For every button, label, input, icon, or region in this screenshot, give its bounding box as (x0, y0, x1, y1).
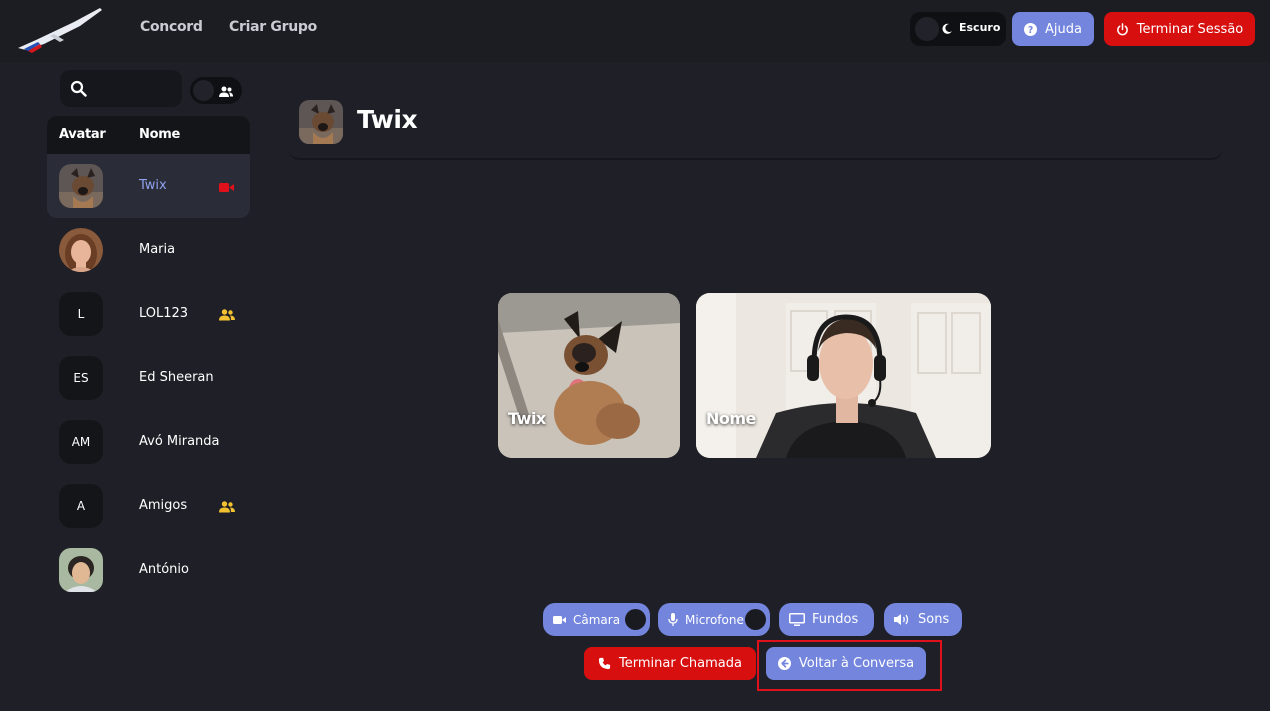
microphone-label: Microfone (685, 612, 744, 627)
dog-video-feed (498, 293, 680, 458)
contact-item-lol123[interactable]: L LOL123 (47, 282, 250, 346)
power-icon (1116, 22, 1129, 36)
theme-toggle[interactable]: Escuro (910, 12, 1006, 46)
participant-name: Twix (508, 409, 546, 428)
backgrounds-label: Fundos (812, 612, 859, 627)
phone-icon (598, 657, 611, 670)
group-icon (219, 498, 235, 517)
monitor-icon (789, 613, 805, 626)
avatar (59, 548, 103, 592)
person-video-feed (696, 293, 991, 458)
group-filter-toggle[interactable] (190, 77, 242, 104)
contact-name: Amigos (139, 498, 188, 513)
group-icon (219, 306, 235, 325)
highlight-box (757, 640, 942, 691)
help-label: Ajuda (1045, 21, 1082, 37)
contact-name: Twix (139, 178, 167, 193)
end-call-button[interactable]: Terminar Chamada (584, 647, 756, 680)
contacts-header: Avatar Nome (47, 116, 250, 154)
contact-item-antonio[interactable]: António (47, 538, 250, 602)
name-column-header: Nome (139, 127, 180, 142)
contact-item-ed-sheeran[interactable]: ES Ed Sheeran (47, 346, 250, 410)
avatar-column-header: Avatar (59, 127, 106, 142)
microphone-toggle[interactable]: Microfone (658, 603, 770, 636)
contact-name: LOL123 (139, 306, 189, 321)
avatar: A (59, 484, 103, 528)
search-icon (70, 80, 87, 101)
contact-item-maria[interactable]: Maria (47, 218, 250, 282)
search-box (60, 70, 182, 107)
toggle-knob (625, 609, 646, 630)
dog-photo (299, 100, 343, 144)
group-icon (219, 83, 233, 102)
video-camera-icon (219, 178, 234, 197)
help-button[interactable]: ? Ajuda (1012, 12, 1094, 46)
nav-concord[interactable]: Concord (140, 19, 203, 35)
contact-name: Ed Sheeran (139, 370, 214, 385)
contact-name: António (139, 562, 189, 577)
avatar: ES (59, 356, 103, 400)
avatar (59, 164, 103, 208)
toggle-knob (193, 80, 214, 101)
concorde-logo[interactable] (14, 4, 104, 56)
contact-item-avo-miranda[interactable]: AM Avó Miranda (47, 410, 250, 474)
video-tile-twix[interactable]: Twix (498, 293, 680, 458)
end-call-label: Terminar Chamada (619, 656, 742, 671)
contact-name: Avó Miranda (139, 434, 220, 449)
contact-item-twix[interactable]: Twix (47, 154, 250, 218)
dog-photo (59, 164, 103, 208)
nav-criar-grupo[interactable]: Criar Grupo (229, 19, 317, 35)
chat-header-divider (288, 148, 1223, 160)
logout-label: Terminar Sessão (1136, 21, 1244, 37)
avatar: AM (59, 420, 103, 464)
woman-photo (59, 228, 103, 272)
chat-avatar (299, 100, 343, 144)
speaker-icon (894, 613, 911, 626)
microphone-icon (668, 613, 678, 626)
contact-item-amigos[interactable]: A Amigos (47, 474, 250, 538)
sounds-button[interactable]: Sons (884, 603, 962, 636)
chat-title: Twix (357, 105, 418, 134)
sounds-label: Sons (918, 612, 950, 627)
question-icon: ? (1024, 22, 1038, 36)
svg-text:?: ? (1028, 25, 1033, 36)
toggle-knob (745, 609, 766, 630)
contact-name: Maria (139, 242, 176, 257)
avatar: L (59, 292, 103, 336)
logout-button[interactable]: Terminar Sessão (1104, 12, 1255, 46)
video-tile-nome[interactable]: Nome (696, 293, 991, 458)
avatar (59, 228, 103, 272)
man-photo (59, 548, 103, 592)
search-input[interactable] (98, 76, 176, 101)
theme-label: Escuro (959, 21, 1001, 34)
moon-icon (942, 23, 952, 34)
backgrounds-button[interactable]: Fundos (779, 603, 874, 636)
top-bar: Concord Criar Grupo Escuro ? Ajuda Termi… (0, 0, 1270, 62)
video-camera-icon (553, 615, 566, 625)
camera-label: Câmara (573, 612, 621, 627)
participant-name: Nome (706, 409, 756, 428)
camera-toggle[interactable]: Câmara (543, 603, 650, 636)
toggle-knob (915, 17, 939, 41)
